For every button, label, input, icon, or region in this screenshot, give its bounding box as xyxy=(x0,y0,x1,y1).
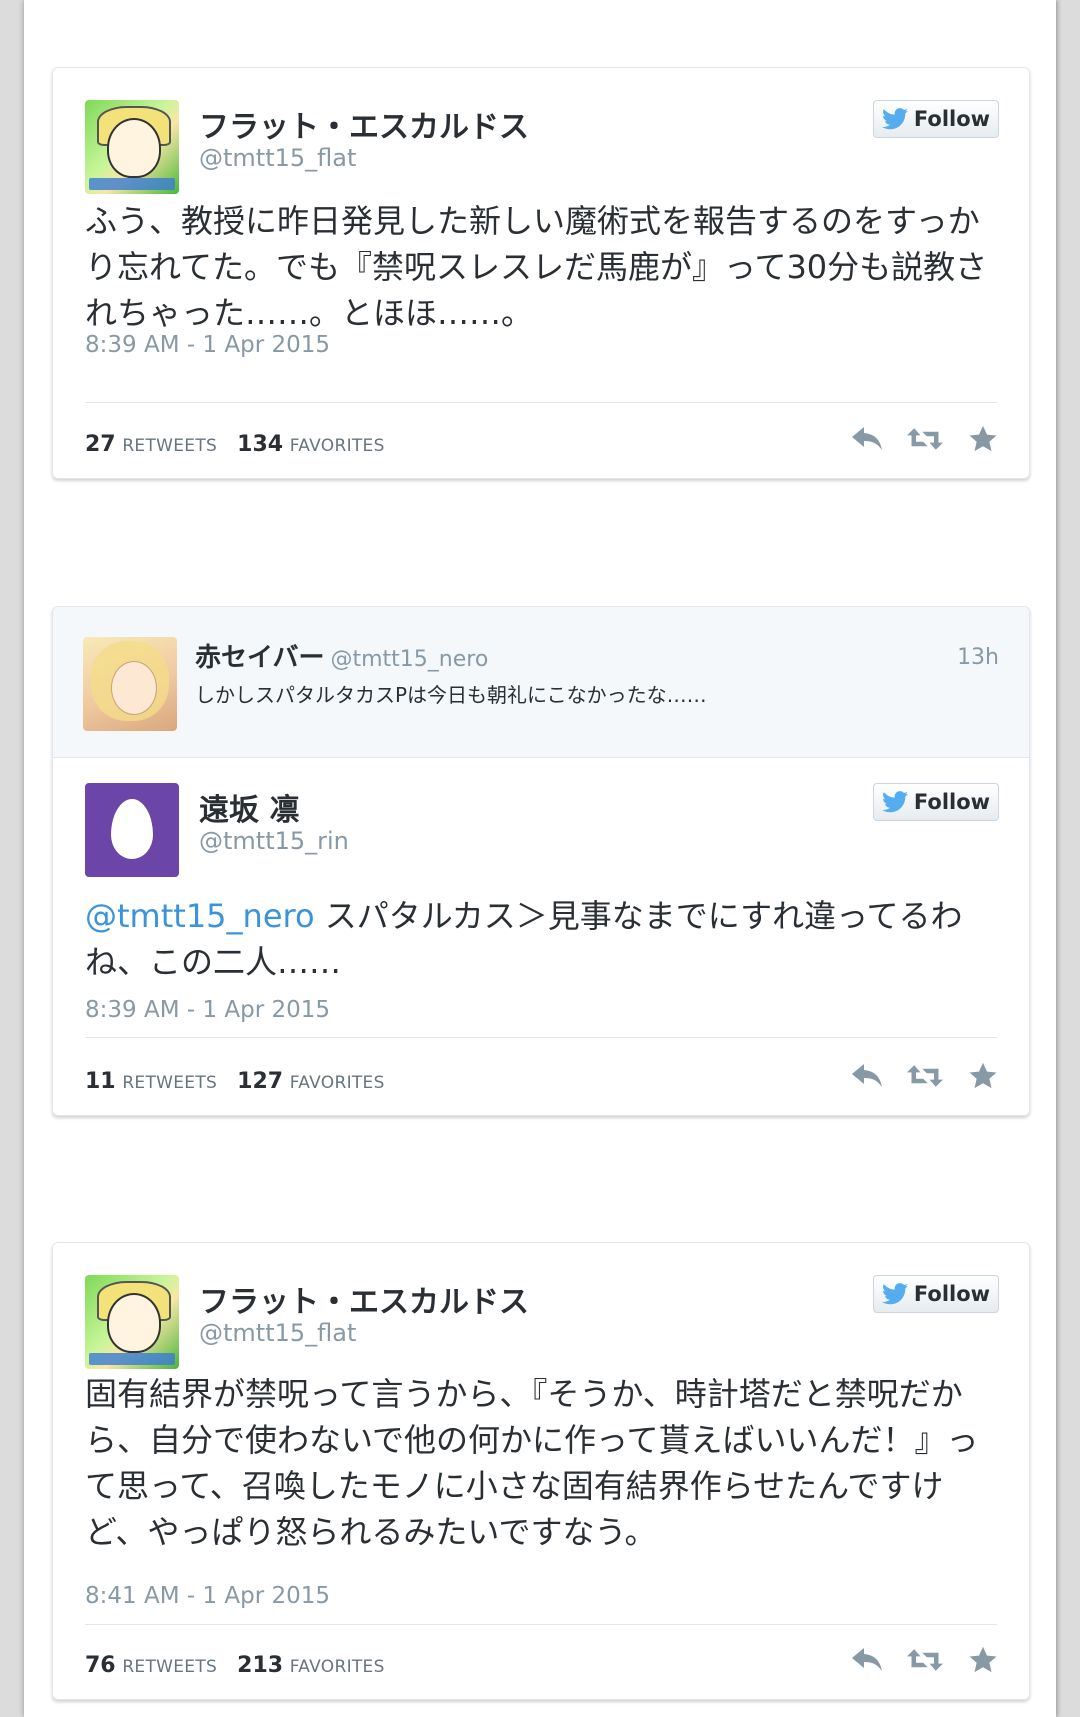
user-name[interactable]: フラット・エスカルドス xyxy=(199,1277,529,1321)
follow-button[interactable]: Follow xyxy=(873,1275,999,1313)
avatar-nero[interactable] xyxy=(83,637,177,731)
tweet-actions xyxy=(849,1061,1001,1091)
avatar-flat[interactable] xyxy=(85,1275,179,1369)
retweet-label: RETWEETS xyxy=(122,436,218,456)
retweet-icon[interactable] xyxy=(907,1645,943,1675)
tweet-stats: 76 RETWEETS 213 FAVORITES xyxy=(85,1653,385,1678)
user-handle[interactable]: @tmtt15_rin xyxy=(199,827,349,855)
tweet-timestamp[interactable]: 8:41 AM - 1 Apr 2015 xyxy=(85,1583,330,1609)
favorite-label: FAVORITES xyxy=(289,436,385,456)
context-text: しかしスパタルタカスPは今日も朝礼にこなかったな…… xyxy=(195,683,707,707)
tweet-text: 固有結界が禁呪って言うから、『そうか、時計塔だと禁呪だから、自分で使わないで他の… xyxy=(85,1375,979,1551)
retweet-icon[interactable] xyxy=(907,1061,943,1091)
follow-label: Follow xyxy=(913,1282,991,1306)
favorite-count[interactable]: 127 xyxy=(237,1069,283,1094)
twitter-bird-icon xyxy=(881,1283,908,1305)
retweet-icon[interactable] xyxy=(907,424,943,454)
page-background: フラット・エスカルドス @tmtt15_flat Follow ふう、教授に昨日… xyxy=(24,0,1056,1717)
retweet-label: RETWEETS xyxy=(122,1073,218,1093)
favorite-label: FAVORITES xyxy=(289,1073,385,1093)
egg-icon xyxy=(111,799,153,859)
favorite-count[interactable]: 134 xyxy=(237,432,283,457)
context-author[interactable]: 赤セイバー @tmtt15_nero xyxy=(195,637,488,674)
tweet-timestamp[interactable]: 8:39 AM - 1 Apr 2015 xyxy=(85,997,330,1023)
favorite-label: FAVORITES xyxy=(289,1657,385,1677)
tweet-card-3: フラット・エスカルドス @tmtt15_flat Follow 固有結界が禁呪っ… xyxy=(52,1242,1030,1700)
tweet-actions xyxy=(849,1645,1001,1675)
divider xyxy=(85,1037,997,1038)
avatar-rin[interactable] xyxy=(85,783,179,877)
tweet-card-1: フラット・エスカルドス @tmtt15_flat Follow ふう、教授に昨日… xyxy=(52,67,1030,479)
reply-icon[interactable] xyxy=(849,424,885,454)
user-handle[interactable]: @tmtt15_flat xyxy=(199,1319,356,1347)
user-name[interactable]: フラット・エスカルドス xyxy=(199,102,529,146)
tweet-timestamp[interactable]: 8:39 AM - 1 Apr 2015 xyxy=(85,332,330,358)
follow-label: Follow xyxy=(913,790,991,814)
context-user-handle: @tmtt15_nero xyxy=(330,647,489,672)
twitter-bird-icon xyxy=(881,791,908,813)
context-user-name: 赤セイバー xyxy=(195,643,325,673)
avatar-flat[interactable] xyxy=(85,100,179,194)
reply-icon[interactable] xyxy=(849,1061,885,1091)
mention-link[interactable]: @tmtt15_nero xyxy=(85,897,315,935)
follow-button[interactable]: Follow xyxy=(873,783,999,821)
favorite-star-icon[interactable] xyxy=(965,1061,1001,1091)
user-name[interactable]: 遠坂 凛 xyxy=(199,785,299,829)
divider xyxy=(85,1624,997,1625)
favorite-star-icon[interactable] xyxy=(965,424,1001,454)
user-handle[interactable]: @tmtt15_flat xyxy=(199,144,356,172)
tweet-actions xyxy=(849,424,1001,454)
follow-label: Follow xyxy=(913,107,991,131)
tweet-text: ふう、教授に昨日発見した新しい魔術式を報告するのをすっかり忘れてた。でも『禁呪ス… xyxy=(85,202,988,332)
divider xyxy=(85,402,997,403)
retweet-count[interactable]: 11 xyxy=(85,1069,116,1094)
favorite-count[interactable]: 213 xyxy=(237,1653,283,1678)
follow-button[interactable]: Follow xyxy=(873,100,999,138)
context-time[interactable]: 13h xyxy=(957,645,999,670)
reply-context[interactable]: 赤セイバー @tmtt15_nero 13h しかしスパタルタカスPは今日も朝礼に… xyxy=(53,607,1029,758)
tweet-text: @tmtt15_nero スパタルカス＞見事なまでにすれ違ってるわね、この二人…… xyxy=(85,893,997,985)
retweet-label: RETWEETS xyxy=(122,1657,218,1677)
twitter-bird-icon xyxy=(881,108,908,130)
tweet-card-2: 赤セイバー @tmtt15_nero 13h しかしスパタルタカスPは今日も朝礼に… xyxy=(52,606,1030,1116)
tweet-stats: 11 RETWEETS 127 FAVORITES xyxy=(85,1069,385,1094)
retweet-count[interactable]: 27 xyxy=(85,432,116,457)
favorite-star-icon[interactable] xyxy=(965,1645,1001,1675)
reply-icon[interactable] xyxy=(849,1645,885,1675)
retweet-count[interactable]: 76 xyxy=(85,1653,116,1678)
tweet-stats: 27 RETWEETS 134 FAVORITES xyxy=(85,432,385,457)
